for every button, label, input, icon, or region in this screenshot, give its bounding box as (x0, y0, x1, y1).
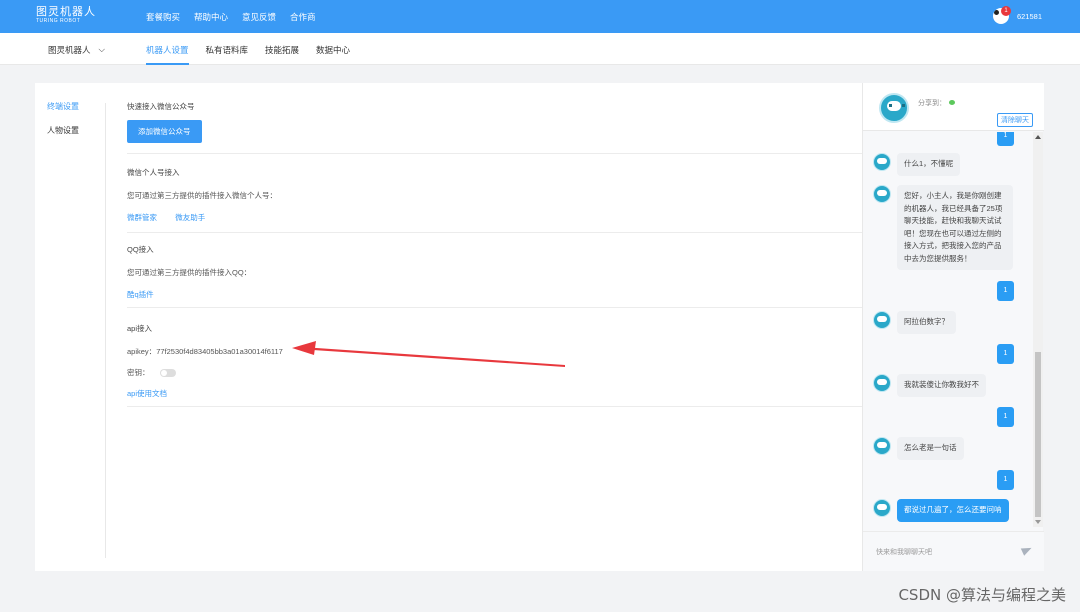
share-row: 分享到： (918, 98, 955, 108)
divider (105, 103, 106, 558)
tab-data-center[interactable]: 数据中心 (316, 33, 350, 65)
tab-robot-settings[interactable]: 机器人设置 (146, 33, 189, 65)
tab-private-corpus[interactable]: 私有语料库 (206, 33, 249, 65)
bot-message-text: 您好，小主人，我是你刚创建的机器人，我已经具备了25项聊天技能，赶快和我聊天试试… (897, 185, 1013, 270)
user-message: 1 (997, 281, 1014, 301)
bot-message-text: 什么1，不懂呢 (897, 153, 961, 176)
user-message: 1 (997, 407, 1014, 427)
robot-avatar (879, 93, 909, 123)
user-id: 621581 (1016, 11, 1042, 21)
secret-label: 密钥： (127, 368, 150, 377)
sub-nav-bar: 图灵机器人 ⌵ 机器人设置 私有语料库 技能拓展 数据中心 (0, 33, 1080, 65)
menu-item-terminal[interactable]: 终端设置 (47, 101, 79, 112)
bot-message-text: 我就装傻让你教我好不 (897, 374, 986, 397)
bot-message: 怎么老是一句话 (873, 437, 964, 460)
robot-avatar-icon (873, 311, 891, 329)
scrollbar-thumb[interactable] (1035, 352, 1041, 517)
section-desc: 您可通过第三方提供的插件接入微信个人号： (127, 191, 277, 200)
bot-message-text: 阿拉伯数字？ (897, 311, 956, 334)
top-bar: 图灵机器人 TURING ROBOT 套餐购买 帮助中心 意见反馈 合作商 62… (0, 0, 1080, 33)
chat-panel: 分享到： 清除聊天 1 什么1，不懂呢 您好，小主人，我是你刚创建的机器人，我已… (862, 83, 1044, 571)
annotation-arrow (292, 341, 565, 367)
link-kuq-plugin[interactable]: 酷q插件 (127, 290, 154, 299)
section-title: api接入 (127, 324, 153, 333)
robot-avatar-icon (873, 153, 891, 171)
message-list: 1 什么1，不懂呢 您好，小主人，我是你刚创建的机器人，我已经具备了25项聊天技… (863, 132, 1033, 527)
notification-badge[interactable]: 1 (1001, 6, 1011, 16)
tab-skill-extension[interactable]: 技能拓展 (265, 33, 299, 65)
logo-text-cn: 图灵机器人 (36, 6, 96, 18)
top-nav: 套餐购买 帮助中心 意见反馈 合作商 (146, 11, 316, 23)
robot-avatar-icon (873, 185, 891, 203)
secret-toggle[interactable] (159, 369, 176, 378)
scroll-up-icon[interactable] (1035, 135, 1041, 139)
logo-text-en: TURING ROBOT (36, 18, 81, 24)
bot-message: 阿拉伯数字？ (873, 311, 956, 334)
apikey-label: apikey： (127, 347, 157, 356)
nav-item-help[interactable]: 帮助中心 (194, 11, 228, 23)
bot-message: 什么1，不懂呢 (873, 153, 961, 176)
clear-chat-button[interactable]: 清除聊天 (997, 113, 1033, 127)
user-message: 1 (997, 470, 1014, 490)
api-doc-link[interactable]: api使用文档 (127, 389, 167, 398)
section-title: 快速接入微信公众号 (127, 102, 195, 111)
user-message: 1 (997, 344, 1014, 364)
wechat-share-icon[interactable] (949, 100, 955, 105)
chat-header: 分享到： 清除聊天 (863, 83, 1044, 131)
chat-input-placeholder: 快来和我聊聊天吧 (876, 549, 932, 556)
add-wechat-mp-button[interactable]: 添加微信公众号 (127, 120, 202, 143)
section-wechat-mp: 快速接入微信公众号 添加微信公众号 (127, 101, 862, 154)
apikey-value: 77f2530f4d83405bb3a01a30014f6117 (156, 347, 283, 356)
chat-scrollbar[interactable] (1033, 132, 1043, 527)
share-label: 分享到： (918, 100, 946, 107)
user-message: 1 (997, 132, 1014, 146)
bot-message-text: 都说过几遍了，怎么还要问呐 (897, 499, 1009, 522)
robot-avatar-icon (873, 374, 891, 392)
section-desc: 您可通过第三方提供的插件接入QQ： (127, 268, 252, 277)
robot-avatar-icon (873, 499, 891, 517)
section-qq: QQ接入 您可通过第三方提供的插件接入QQ： 酷q插件 (127, 244, 862, 308)
menu-item-persona[interactable]: 人物设置 (47, 125, 79, 136)
chat-input[interactable]: 快来和我聊聊天吧 (863, 531, 1044, 571)
nav-item-feedback[interactable]: 意见反馈 (242, 11, 276, 23)
chevron-down-icon: ⌵ (98, 44, 105, 54)
left-menu: 终端设置 人物设置 (47, 101, 79, 149)
bot-message: 都说过几遍了，怎么还要问呐 (873, 499, 1009, 522)
scroll-down-icon[interactable] (1035, 520, 1041, 524)
robot-select-label: 图灵机器人 (48, 45, 91, 55)
bot-message: 您好，小主人，我是你刚创建的机器人，我已经具备了25项聊天技能，赶快和我聊天试试… (873, 185, 1013, 270)
send-icon[interactable] (1020, 544, 1034, 556)
section-title: 微信个人号接入 (127, 168, 180, 177)
section-wechat-personal: 微信个人号接入 您可通过第三方提供的插件接入微信个人号： 微群管家 微友助手 (127, 167, 862, 233)
watermark: CSDN @算法与编程之美 (898, 586, 1066, 604)
bot-message-text: 怎么老是一句话 (897, 437, 964, 460)
bot-message: 我就装傻让你教我好不 (873, 374, 986, 397)
robot-avatar-icon (873, 437, 891, 455)
robot-select[interactable]: 图灵机器人 ⌵ (48, 44, 105, 56)
nav-item-partners[interactable]: 合作商 (290, 11, 316, 23)
section-title: QQ接入 (127, 245, 154, 254)
link-weiyou-zhushou[interactable]: 微友助手 (175, 213, 205, 222)
nav-item-plans[interactable]: 套餐购买 (146, 11, 180, 23)
sub-tabs: 机器人设置 私有语料库 技能拓展 数据中心 (146, 33, 350, 65)
logo[interactable]: 图灵机器人 TURING ROBOT (36, 7, 96, 24)
link-weiqun-guanjia[interactable]: 微群管家 (127, 213, 157, 222)
